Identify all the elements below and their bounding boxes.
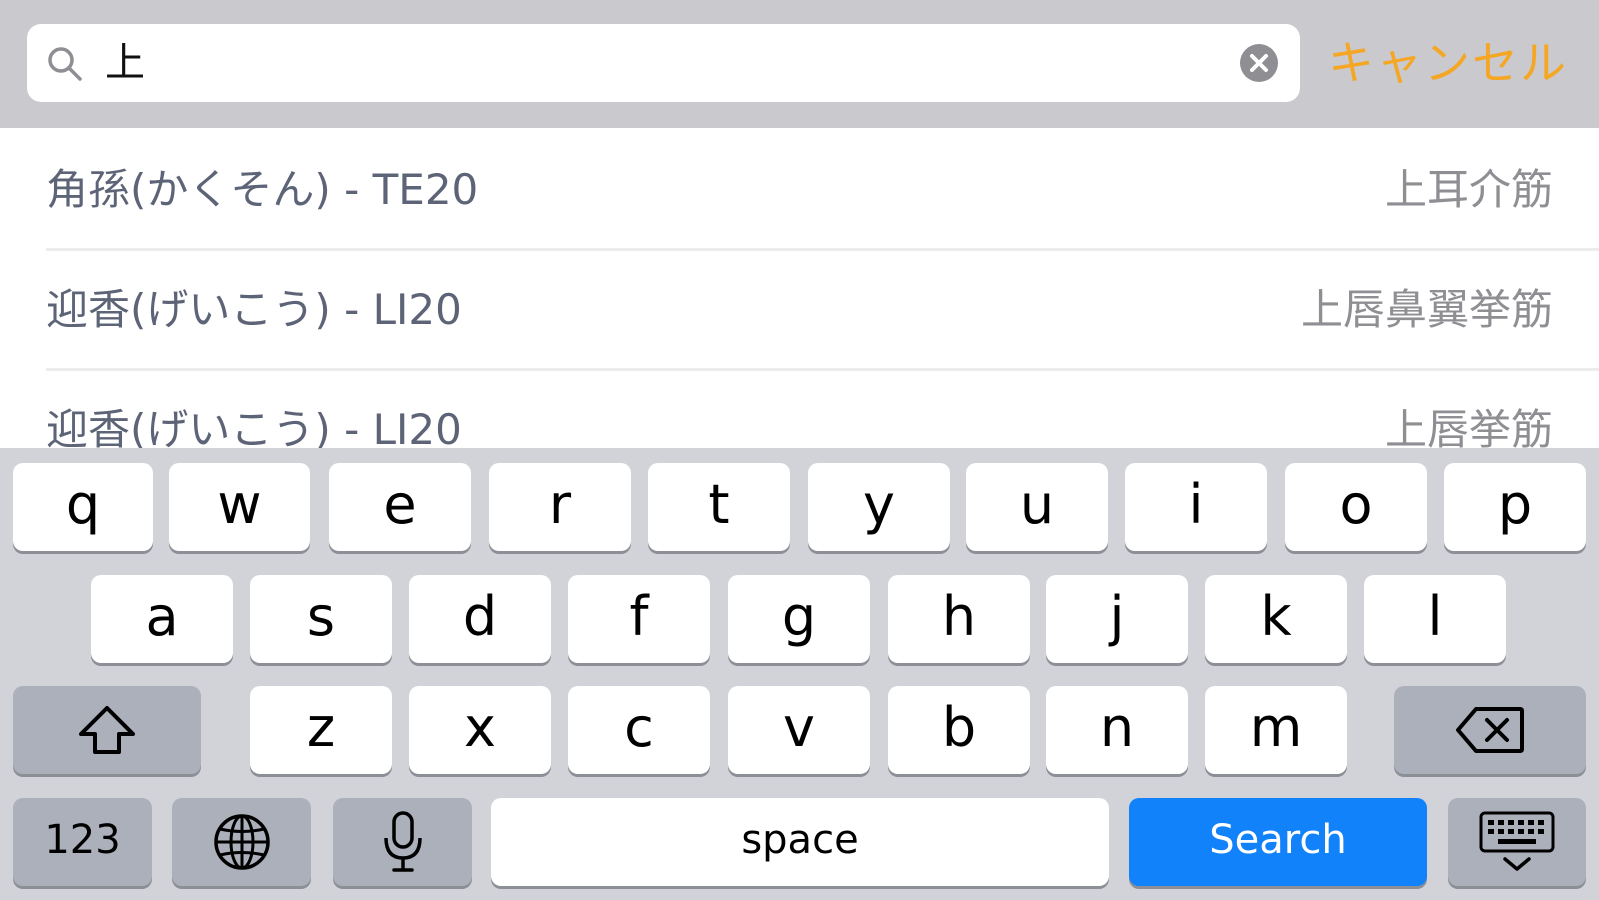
microphone-key[interactable] (333, 798, 472, 886)
key-l[interactable]: l (1364, 575, 1506, 663)
key-r[interactable]: r (489, 463, 631, 551)
key-n[interactable]: n (1046, 686, 1188, 774)
microphone-icon (383, 811, 422, 872)
key-d[interactable]: d (409, 575, 551, 663)
key-i[interactable]: i (1125, 463, 1267, 551)
key-z[interactable]: z (250, 686, 392, 774)
keyboard-dismiss-key[interactable] (1448, 798, 1586, 886)
key-e[interactable]: e (329, 463, 471, 551)
key-f[interactable]: f (568, 575, 710, 663)
key-t[interactable]: t (648, 463, 790, 551)
key-p[interactable]: p (1444, 463, 1586, 551)
result-title: 角孫(かくそん) - TE20 (46, 165, 479, 214)
key-a[interactable]: a (91, 575, 233, 663)
key-x[interactable]: x (409, 686, 551, 774)
key-k[interactable]: k (1205, 575, 1347, 663)
search-input[interactable]: 上 (105, 24, 145, 102)
delete-key[interactable] (1394, 686, 1586, 774)
key-s[interactable]: s (250, 575, 392, 663)
key-j[interactable]: j (1046, 575, 1188, 663)
key-m[interactable]: m (1205, 686, 1347, 774)
list-item[interactable]: 迎香(げいこう) - LI20 上唇鼻翼挙筋 (0, 248, 1599, 371)
key-q[interactable]: q (13, 463, 153, 551)
key-v[interactable]: v (728, 686, 870, 774)
cancel-button[interactable]: キャンセル (1328, 24, 1568, 102)
result-title: 迎香(げいこう) - LI20 (46, 285, 462, 334)
search-icon (48, 47, 82, 81)
shift-key[interactable] (13, 686, 201, 774)
list-item[interactable]: 角孫(かくそん) - TE20 上耳介筋 (0, 128, 1599, 251)
results-list: 角孫(かくそん) - TE20 上耳介筋 迎香(げいこう) - LI20 上唇鼻… (0, 128, 1599, 448)
key-w[interactable]: w (169, 463, 310, 551)
clear-button[interactable] (1240, 44, 1278, 82)
key-c[interactable]: c (568, 686, 710, 774)
screen: 上 キャンセル 角孫(かくそん) - TE20 上耳介筋 迎香(げいこう) - … (0, 0, 1599, 900)
list-item[interactable]: 迎香(げいこう) - LI20 上唇挙筋 (0, 368, 1599, 448)
globe-key[interactable] (172, 798, 311, 886)
globe-icon (213, 814, 270, 870)
search-field[interactable]: 上 (27, 24, 1300, 102)
key-o[interactable]: o (1285, 463, 1427, 551)
key-b[interactable]: b (888, 686, 1030, 774)
shift-arrow-icon (79, 706, 135, 754)
clear-icon (1250, 54, 1268, 72)
result-subtitle: 上耳介筋 (1384, 165, 1553, 214)
keyboard-dismiss-icon (1479, 811, 1555, 871)
search-bar: 上 キャンセル (0, 0, 1599, 128)
result-subtitle: 上唇鼻翼挙筋 (1300, 285, 1553, 334)
result-subtitle: 上唇挙筋 (1384, 405, 1553, 448)
keyboard: q w e r t y u i o p a s d f g h j k l z … (0, 448, 1599, 900)
space-key[interactable]: space (491, 798, 1109, 886)
key-h[interactable]: h (888, 575, 1030, 663)
numbers-key[interactable]: 123 (13, 798, 152, 886)
key-y[interactable]: y (808, 463, 950, 551)
search-key[interactable]: Search (1129, 798, 1427, 886)
key-u[interactable]: u (966, 463, 1108, 551)
backspace-icon (1456, 707, 1524, 753)
result-title: 迎香(げいこう) - LI20 (46, 405, 462, 448)
key-g[interactable]: g (728, 575, 870, 663)
